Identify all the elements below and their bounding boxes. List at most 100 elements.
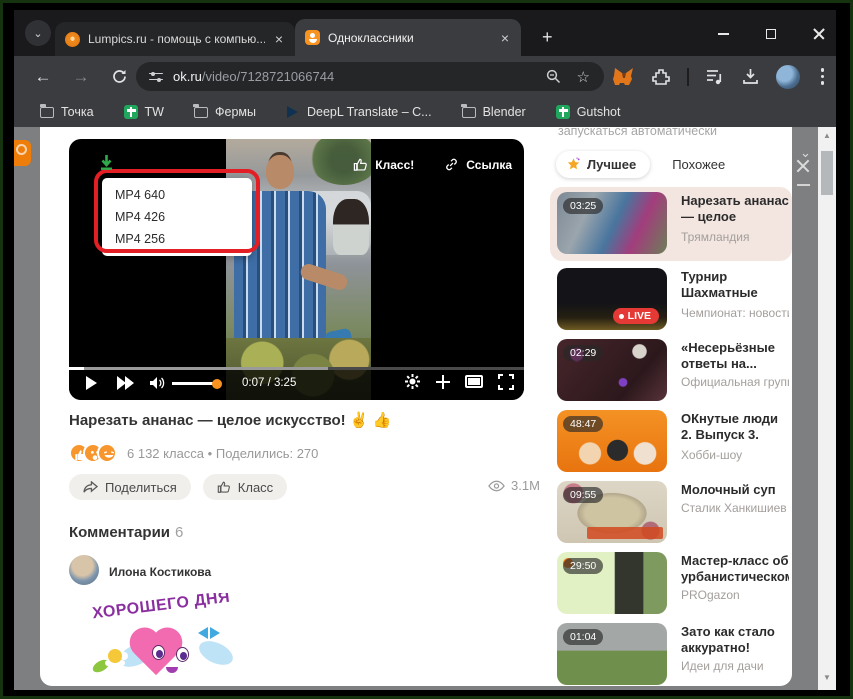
extensions-puzzle-icon[interactable] [652, 68, 670, 86]
video-item-channel[interactable]: Сталик Ханкишиев [681, 501, 789, 515]
player-link-button[interactable]: Ссылка [444, 157, 512, 172]
reload-button[interactable] [104, 56, 134, 97]
bookmark-item[interactable]: Blender [452, 105, 536, 119]
comment-avatar[interactable] [69, 555, 99, 585]
quality-option[interactable]: MP4 426 [102, 206, 252, 228]
comments-heading: Комментарии6 [69, 524, 183, 541]
maximize-button[interactable] [760, 24, 782, 44]
video-item-channel[interactable]: Чемпионат: новости спо... [681, 306, 789, 320]
video-thumbnail[interactable]: 01:04 01:04 [557, 623, 667, 685]
video-item-channel[interactable]: PROgazon [681, 588, 789, 602]
scroll-down-arrow-icon[interactable]: ▼ [818, 669, 836, 685]
video-list-item[interactable]: LIVE LIVE Турнир Шахматные звёзды 4.0. Д… [550, 263, 792, 334]
volume-knob[interactable] [212, 379, 222, 389]
video-player[interactable]: MP4 640MP4 426MP4 256 Класс! Ссылка [69, 139, 524, 400]
player-like-button[interactable]: Класс! [353, 157, 414, 172]
duration-badge: 29:50 [563, 558, 603, 574]
video-item-title[interactable]: Молочный суп [681, 482, 789, 498]
video-item-channel[interactable]: Трямландия [681, 230, 789, 244]
bookmark-item[interactable]: Точка [30, 105, 104, 119]
lumpics-favicon-icon [65, 32, 80, 47]
browser-menu-icon[interactable] [817, 68, 828, 84]
class-button[interactable]: Класс [203, 474, 287, 500]
video-item-title[interactable]: Мастер-класс об урбанистическом... [681, 553, 789, 585]
tab-odnoklassniki[interactable]: Одноклассники × [295, 19, 521, 56]
video-thumbnail[interactable]: 03:25 03:25 [557, 192, 667, 254]
video-list-item[interactable]: 01:04 01:04 Зато как стало аккуратно! Ид… [550, 618, 792, 689]
share-button[interactable]: Поделиться [69, 474, 191, 500]
bookmark-item[interactable]: TW [114, 105, 174, 119]
likes-shares-stats: 6 132 класса • Поделились: 270 [127, 446, 318, 461]
browser-titlebar: ⌄ Lumpics.ru - помощь с компью... × Одно… [14, 10, 836, 56]
video-list-item[interactable]: 29:50 29:50 Мастер-класс об урбанистичес… [550, 547, 792, 618]
video-thumbnail[interactable]: 02:29 02:29 [557, 339, 667, 401]
fullscreen-icon[interactable] [498, 374, 514, 390]
next-video-button[interactable] [117, 376, 137, 390]
video-item-title[interactable]: ОКнутые люди 2. Выпуск 3. ВОЛКОВ... [681, 411, 789, 445]
video-item-title[interactable]: «Несерьёзные ответы на... [681, 340, 789, 372]
volume-icon[interactable] [149, 375, 166, 391]
miniplayer-icon[interactable] [465, 375, 483, 388]
quality-option[interactable]: MP4 256 [102, 228, 252, 250]
video-item-title[interactable]: Зато как стало аккуратно! [681, 624, 789, 656]
tab-close-icon[interactable]: × [499, 30, 511, 46]
video-item-channel[interactable]: Хобби-шоу [681, 448, 789, 462]
tab-similar[interactable]: Похожее [672, 157, 725, 172]
bookmark-item[interactable]: DeepL Translate – C... [276, 105, 442, 119]
screenshot-root: ⌄ Lumpics.ru - помощь с компью... × Одно… [0, 0, 853, 699]
bookmark-item[interactable]: Gutshot [546, 105, 631, 119]
zoom-icon[interactable] [546, 69, 561, 84]
bookmark-label: Blender [483, 105, 526, 119]
tab-close-icon[interactable]: × [273, 31, 285, 47]
scrollbar-thumb[interactable] [821, 151, 833, 195]
sticker-flower [108, 649, 122, 663]
video-item-channel[interactable]: Официальная группа М... [681, 375, 789, 389]
close-button[interactable] [808, 24, 830, 44]
downloads-icon[interactable] [742, 68, 759, 85]
video-thumbnail[interactable]: 09:55 09:55 [557, 481, 667, 543]
volume-slider[interactable] [172, 382, 219, 385]
video-lightbox: MP4 640MP4 426MP4 256 Класс! Ссылка [40, 127, 792, 686]
quality-option[interactable]: MP4 640 [102, 184, 252, 206]
video-thumbnail[interactable]: 48:47 48:47 [557, 410, 667, 472]
video-list-item[interactable]: 03:25 03:25 Нарезать ананас — целое иску… [550, 187, 792, 261]
tab-search-chevron-icon[interactable]: ⌄ [25, 20, 51, 46]
video-item-title[interactable]: Нарезать ананас — целое искусство! ... [681, 193, 789, 227]
video-thumbnail[interactable]: LIVE LIVE [557, 268, 667, 330]
media-controls-icon[interactable] [706, 69, 725, 85]
ok-favicon-icon [305, 30, 320, 45]
quality-dropdown: MP4 640MP4 426MP4 256 [102, 178, 252, 256]
profile-avatar[interactable] [776, 65, 800, 89]
add-button[interactable] [436, 375, 450, 389]
reaction-laugh-icon[interactable] [97, 443, 117, 463]
bookmark-item[interactable]: Фермы [184, 105, 266, 119]
progress-bar[interactable] [69, 367, 524, 370]
video-list-item[interactable]: 48:47 48:47 ОКнутые люди 2. Выпуск 3. ВО… [550, 405, 792, 476]
browser-scrollbar[interactable]: ▲ ▼ [818, 127, 836, 690]
time-display: 0:07 / 3:25 [242, 377, 296, 389]
site-settings-icon[interactable] [149, 72, 163, 82]
title-emoji: ✌ 👍 [350, 412, 392, 429]
bookmark-star-icon[interactable]: ☆ [577, 68, 590, 86]
minimize-button[interactable] [712, 24, 734, 44]
forward-button[interactable]: → [66, 56, 96, 97]
video-thumbnail[interactable]: 29:50 29:50 [557, 552, 667, 614]
address-bar[interactable]: ok.ru/video/7128721066744 ☆ [136, 62, 604, 91]
tab-best[interactable]: Лучшее [556, 151, 650, 178]
video-list-item[interactable]: 02:29 02:29 «Несерьёзные ответы на... Оф… [550, 334, 792, 405]
layer-close-icon[interactable] [796, 159, 810, 173]
video-list-item[interactable]: 09:55 09:55 Молочный суп Сталик Ханкишие… [550, 476, 792, 547]
video-item-title[interactable]: Турнир Шахматные звёзды 4.0. День 1 [681, 269, 789, 303]
tab-lumpics[interactable]: Lumpics.ru - помощь с компью... × [55, 22, 295, 56]
sticker-text: ХОРОШЕГО ДНЯ [91, 593, 231, 623]
new-tab-button[interactable]: + [542, 27, 553, 48]
settings-gear-icon[interactable] [404, 373, 421, 390]
comment-author[interactable]: Илона Костикова [109, 565, 211, 579]
bookmark-label: TW [145, 105, 164, 119]
video-item-channel[interactable]: Идеи для дачи [681, 659, 789, 673]
download-video-icon[interactable] [98, 154, 115, 171]
play-button[interactable] [86, 376, 97, 390]
scroll-up-arrow-icon[interactable]: ▲ [818, 127, 836, 143]
back-button[interactable]: ← [28, 56, 58, 97]
metamask-icon[interactable] [613, 67, 635, 87]
